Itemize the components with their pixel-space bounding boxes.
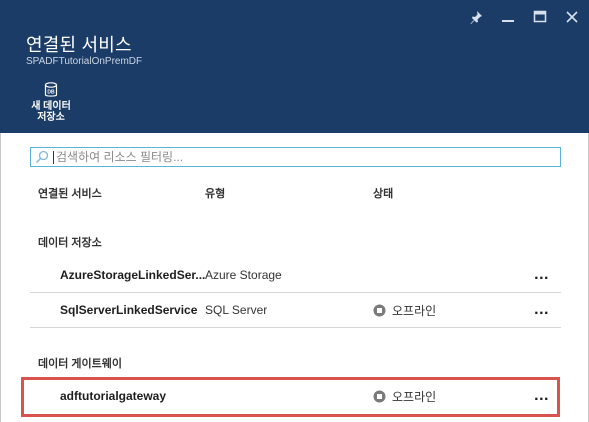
minimize-button[interactable] <box>499 8 517 26</box>
database-icon-text: DB <box>47 90 55 96</box>
window-controls <box>467 6 581 28</box>
page-title: 연결된 서비스 <box>26 35 132 55</box>
row-status: 오프라인 <box>373 302 436 319</box>
column-header-status[interactable]: 상태 <box>373 185 393 201</box>
section-title-data-stores: 데이터 저장소 <box>38 237 102 249</box>
column-header-type[interactable]: 유형 <box>205 185 225 201</box>
maximize-icon <box>533 10 547 23</box>
offline-status-icon <box>373 390 386 403</box>
minimize-icon <box>502 20 514 22</box>
close-icon <box>566 11 578 23</box>
pin-button[interactable] <box>467 8 485 26</box>
row-status-text: 오프라인 <box>392 390 437 404</box>
row-status-text: 오프라인 <box>392 304 437 318</box>
section-title-data-gateways: 데이터 게이트웨이 <box>38 358 123 370</box>
maximize-button[interactable] <box>531 8 549 26</box>
more-options-button[interactable]: ... <box>534 300 549 320</box>
pin-icon <box>470 11 482 24</box>
search-box[interactable] <box>30 147 561 167</box>
table-row[interactable]: adftutorialgateway 오프라인 ... <box>30 380 561 414</box>
content-left-border <box>0 133 1 422</box>
blade-content: 연결된 서비스 유형 상태 데이터 저장소 AzureStorageLinked… <box>0 133 589 422</box>
row-name: adftutorialgateway <box>60 389 167 403</box>
row-status: 오프라인 <box>373 388 436 405</box>
database-icon: DB <box>44 82 58 97</box>
row-name: SqlServerLinkedService <box>60 303 198 317</box>
new-data-store-button[interactable]: DB 새 데이터 저장소 <box>22 82 80 128</box>
new-data-store-label: 새 데이터 저장소 <box>31 101 71 123</box>
column-header-linked-service[interactable]: 연결된 서비스 <box>38 185 102 201</box>
search-icon <box>35 150 49 164</box>
more-options-button[interactable]: ... <box>534 265 549 285</box>
offline-status-icon <box>373 304 386 317</box>
search-input[interactable] <box>54 149 560 165</box>
row-type: SQL Server <box>205 303 268 317</box>
close-button[interactable] <box>563 8 581 26</box>
linked-services-blade: 연결된 서비스 SPADFTutorialOnPremDF DB 새 데이터 저… <box>0 0 589 422</box>
page-subtitle: SPADFTutorialOnPremDF <box>26 56 143 67</box>
table-row[interactable]: AzureStorageLinkedSer... Azure Storage .… <box>30 259 561 293</box>
blade-header: 연결된 서비스 SPADFTutorialOnPremDF DB 새 데이터 저… <box>0 0 589 133</box>
row-type: Azure Storage <box>205 268 282 282</box>
more-options-button[interactable]: ... <box>534 386 549 406</box>
row-name: AzureStorageLinkedSer... <box>60 268 206 282</box>
table-row[interactable]: SqlServerLinkedService SQL Server 오프라인 .… <box>30 294 561 328</box>
